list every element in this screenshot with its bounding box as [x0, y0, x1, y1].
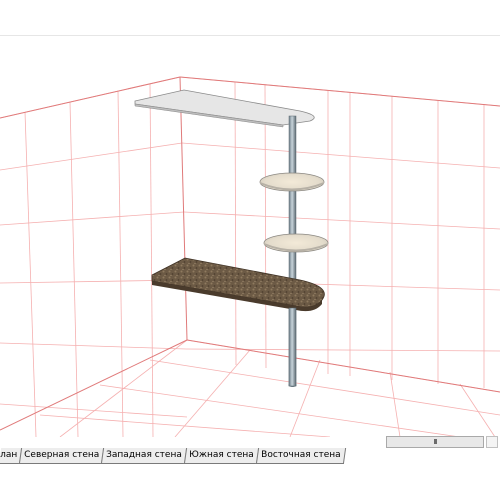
round-glass-shelf-lower	[263, 233, 329, 253]
viewport-top-border	[0, 35, 500, 36]
top-glass-shelf	[134, 89, 315, 126]
tab-north-wall[interactable]: Северная стена	[19, 448, 105, 464]
tab-south-wall[interactable]: Южная стена	[183, 448, 259, 464]
scroll-thumb-grip-icon[interactable]: III	[387, 437, 483, 447]
left-wall-grid	[0, 76, 188, 437]
tab-label: Западная стена	[106, 450, 183, 460]
tab-west-wall[interactable]: Западная стена	[101, 448, 188, 464]
tab-label: лан	[0, 450, 18, 460]
room-edges	[0, 76, 500, 431]
tab-east-wall[interactable]: Восточная стена	[255, 448, 346, 464]
scrollbar-end-cap[interactable]	[486, 436, 498, 448]
tab-label: Южная стена	[189, 450, 254, 460]
3d-viewport[interactable]	[0, 0, 500, 437]
right-wall-grid	[179, 76, 500, 388]
horizontal-scrollbar[interactable]: III	[386, 436, 484, 448]
round-glass-shelf-upper	[259, 172, 325, 192]
tab-label: Восточная стена	[260, 450, 341, 460]
tab-label: Северная стена	[24, 450, 100, 460]
view-tabs: лан Северная стена Западная стена Южная …	[0, 448, 346, 464]
room-scene[interactable]	[0, 0, 500, 437]
bar-shelf-unit[interactable]	[134, 89, 329, 387]
floor-grid	[39, 339, 500, 437]
